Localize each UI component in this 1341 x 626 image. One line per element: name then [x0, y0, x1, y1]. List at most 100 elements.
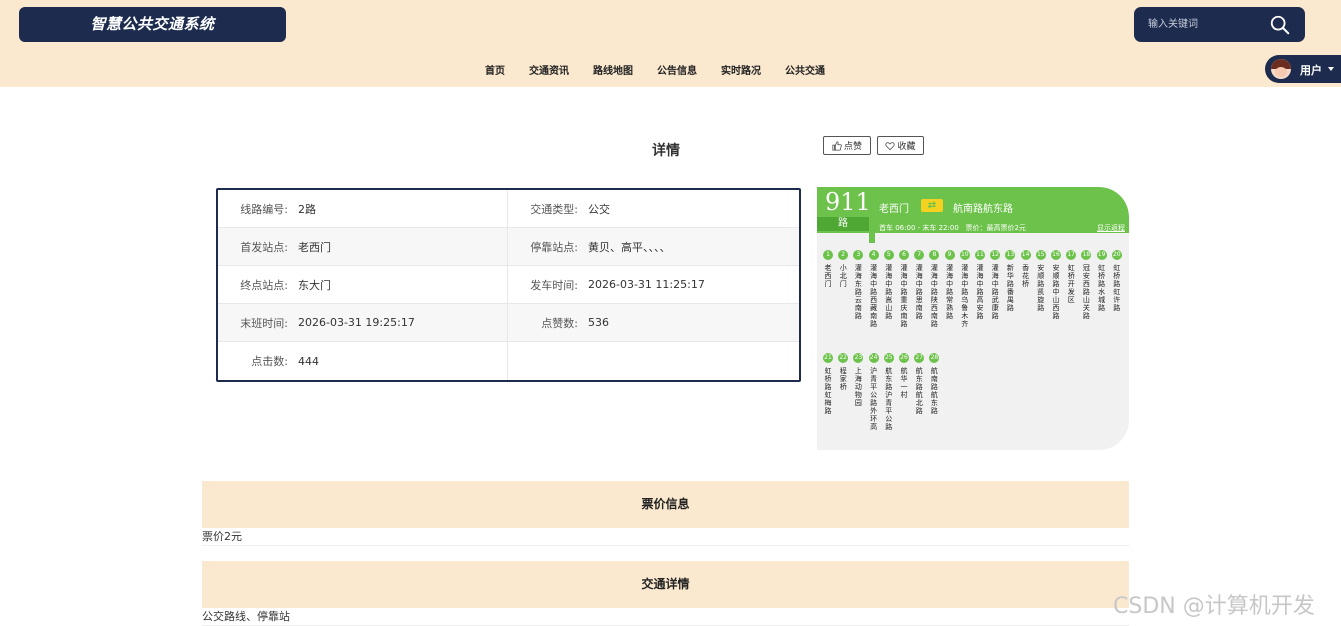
route-map-header: 911 路 老西门 ⇄ 航南路航东路 首车 06:00 - 末车 22:00 票…	[817, 187, 1129, 233]
field-value: 公交	[588, 202, 610, 216]
page-title: 详情	[652, 143, 680, 159]
stop-number: 3	[853, 250, 864, 260]
stop-number: 11	[975, 250, 985, 260]
route-stop: 12 灌海中路武康路	[988, 250, 1002, 320]
route-stop: 26 航华一村	[897, 353, 911, 399]
nav-traffic-news[interactable]: 交通资讯	[529, 62, 569, 80]
stop-number: 19	[1096, 250, 1107, 260]
traffic-section-text: 公交路线、停靠站	[202, 608, 1129, 626]
search-input[interactable]	[1142, 13, 1262, 35]
route-stop: 24 沪青平公路外环高	[867, 353, 881, 431]
thumbs-up-icon	[832, 140, 842, 151]
detail-row: 发车时间: 2026-03-31 11:25:17	[508, 266, 799, 304]
field-label: 终点站点:	[240, 278, 288, 292]
route-stop: 4 灌海中路西藏南路	[867, 250, 881, 328]
fare-section-text: 票价2元	[202, 528, 1129, 546]
field-label: 发车时间:	[530, 278, 578, 292]
route-stop: 2 小北门	[836, 250, 850, 288]
stop-name: 灌海中路武康路	[991, 264, 999, 320]
nav-route-map[interactable]: 路线地图	[593, 62, 633, 80]
search-icon[interactable]	[1269, 14, 1291, 36]
stop-name: 沪青平公路外环高	[870, 367, 878, 431]
stop-number: 25	[883, 353, 894, 363]
stop-number: 27	[914, 353, 925, 363]
nav-announcements[interactable]: 公告信息	[657, 62, 697, 80]
return-route-link: 显示返程	[1097, 224, 1125, 232]
stop-number: 9	[944, 250, 955, 260]
field-label: 末班时间:	[240, 316, 288, 330]
stop-number: 6	[899, 250, 909, 260]
stop-name: 灌海中路陕西南路	[930, 264, 938, 328]
route-stop: 10 灌海中路乌鲁木齐	[958, 250, 972, 328]
route-map-image: 911 路 老西门 ⇄ 航南路航东路 首车 06:00 - 末车 22:00 票…	[817, 187, 1129, 450]
field-value: 444	[298, 354, 319, 368]
detail-row: 点赞数: 536	[508, 304, 799, 342]
header: 智慧公共交通系统 首页 交通资讯 路线地图 公告信息 实时路况 公共交通 用户	[0, 0, 1341, 87]
field-label: 点赞数:	[541, 316, 578, 330]
site-logo[interactable]: 智慧公共交通系统	[19, 7, 286, 42]
field-value: 黄贝、高平、、、、	[588, 240, 671, 254]
stop-number: 20	[1111, 250, 1122, 260]
nav-live-traffic[interactable]: 实时路况	[721, 62, 761, 80]
route-stop: 22 程家桥	[836, 353, 850, 391]
stop-number: 24	[868, 353, 879, 363]
route-stop: 19 虹桥路水城路	[1095, 250, 1109, 312]
main-nav: 首页 交通资讯 路线地图 公告信息 实时路况 公共交通	[485, 62, 849, 80]
route-stop: 7 灌海中路思南路	[912, 250, 926, 320]
field-label: 首发站点:	[240, 240, 288, 254]
stop-number: 13	[1005, 250, 1016, 260]
route-stop: 9 灌海中路常熟路	[943, 250, 957, 320]
stop-name: 虹桥路虹许路	[1113, 264, 1121, 312]
route-stop: 15 安顺路凯旋路	[1034, 250, 1048, 312]
route-stop: 6 灌海中路重庆南路	[897, 250, 911, 328]
stop-number: 28	[929, 353, 940, 363]
search-box	[1134, 7, 1305, 42]
detail-row: 终点站点: 东大门	[218, 266, 508, 304]
stop-number: 12	[990, 250, 1001, 260]
stop-name: 灌海中路乌鲁木齐	[961, 264, 969, 328]
route-stop: 14 香花桥	[1019, 250, 1033, 288]
stop-name: 小北门	[839, 264, 847, 288]
route-stop: 5 灌海中路嵩山路	[882, 250, 896, 320]
route-stop: 18 冠安西路山关路	[1079, 250, 1093, 320]
detail-row: 线路编号: 2路	[218, 190, 508, 228]
detail-table: 线路编号: 2路 交通类型: 公交 首发站点: 老西门 停靠站点: 黄贝、高平、…	[216, 188, 801, 382]
user-menu[interactable]: 用户	[1265, 55, 1341, 83]
user-label: 用户	[1300, 64, 1322, 77]
field-label: 停靠站点:	[530, 240, 578, 254]
caret-down-icon	[1328, 67, 1334, 71]
stop-number: 5	[883, 250, 894, 260]
like-button[interactable]: 点赞	[823, 136, 871, 155]
field-label: 交通类型:	[530, 202, 578, 216]
field-label: 线路编号:	[240, 202, 288, 216]
bus-position-marker	[869, 233, 875, 243]
route-suffix: 路	[817, 217, 869, 231]
stop-name: 程家桥	[839, 367, 847, 391]
field-label: 点击数:	[251, 355, 288, 368]
stop-number: 10	[959, 250, 970, 260]
stop-name: 冠安西路山关路	[1082, 264, 1090, 320]
stop-name: 灌海中路高安路	[976, 264, 984, 320]
favorite-button[interactable]: 收藏	[877, 136, 924, 155]
avatar	[1271, 59, 1291, 79]
stop-name: 虹桥开发区	[1067, 264, 1075, 304]
stop-number: 26	[899, 353, 909, 363]
route-stop: 8 灌海中路陕西南路	[927, 250, 941, 328]
route-number: 911	[825, 188, 871, 216]
field-value: 2路	[298, 202, 316, 216]
stop-name: 航南路航东路	[930, 367, 938, 415]
stop-number: 23	[853, 353, 864, 363]
stop-number: 22	[838, 353, 849, 363]
route-stop: 1 老西门	[821, 250, 835, 288]
detail-row: 首发站点: 老西门	[218, 228, 508, 266]
nav-home[interactable]: 首页	[485, 62, 505, 80]
field-value: 2026-03-31 11:25:17	[588, 278, 705, 291]
detail-row: 点击数: 444	[218, 342, 508, 380]
stop-name: 航华一村	[900, 367, 908, 399]
route-stop: 3 灌海东路云南路	[851, 250, 865, 320]
route-stop: 28 航南路航东路	[927, 353, 941, 415]
route-stop: 11 灌海中路高安路	[973, 250, 987, 320]
stop-name: 航东路沪青平公路	[885, 367, 893, 431]
nav-public-transport[interactable]: 公共交通	[785, 62, 825, 80]
stop-number: 21	[823, 353, 833, 363]
